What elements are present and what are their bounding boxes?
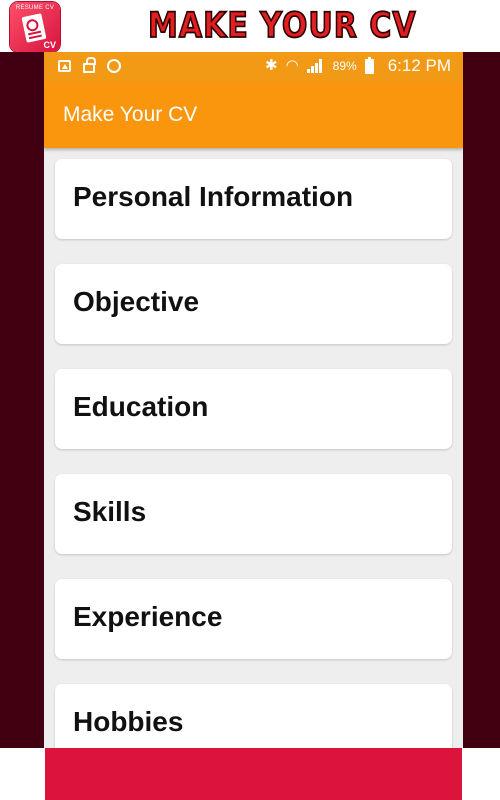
- frame-right: [463, 52, 500, 748]
- menu-item-personal-information[interactable]: Personal Information: [55, 159, 452, 239]
- logo-caption-bottom: CV: [43, 40, 56, 50]
- bluetooth-icon: ✱: [264, 57, 278, 74]
- phone-screen: ✱ ◠ 89% 6:12 PM Make Your CV Personal In…: [44, 52, 463, 748]
- status-bar: ✱ ◠ 89% 6:12 PM: [44, 52, 463, 82]
- resume-document-icon: [21, 13, 47, 43]
- signal-icon: [306, 59, 325, 73]
- whatsapp-icon: [107, 58, 121, 73]
- logo-caption-top: RESUME CV: [15, 5, 55, 11]
- menu-item-label: Experience: [73, 601, 223, 632]
- menu-item-experience[interactable]: Experience: [55, 579, 452, 659]
- battery-icon: [364, 56, 374, 74]
- menu-item-label: Education: [73, 391, 209, 422]
- menu-item-label: Personal Information: [73, 181, 354, 212]
- frame-left: [0, 52, 44, 748]
- menu-item-hobbies[interactable]: Hobbies: [55, 684, 452, 748]
- app-logo: RESUME CV CV: [10, 2, 60, 52]
- image-icon: [58, 59, 71, 72]
- menu-item-label: Objective: [73, 286, 200, 317]
- menu-item-education[interactable]: Education: [55, 369, 452, 449]
- lock-icon: [83, 57, 96, 73]
- promo-banner: RESUME CV CV MAKE YOUR CV: [0, 0, 500, 52]
- menu-item-label: Hobbies: [73, 706, 184, 737]
- bottom-ad-bar: [45, 748, 462, 800]
- menu-item-skills[interactable]: Skills: [55, 474, 452, 554]
- menu-item-objective[interactable]: Objective: [55, 264, 452, 344]
- toolbar-title: Make Your CV: [63, 103, 198, 126]
- menu-item-label: Skills: [73, 496, 147, 527]
- banner-title: MAKE YOUR CV: [147, 5, 417, 47]
- battery-percent: 89%: [332, 59, 357, 73]
- app-toolbar: Make Your CV: [44, 82, 463, 148]
- wifi-icon: ◠: [285, 57, 299, 74]
- clock-time: 6:12 PM: [387, 56, 451, 75]
